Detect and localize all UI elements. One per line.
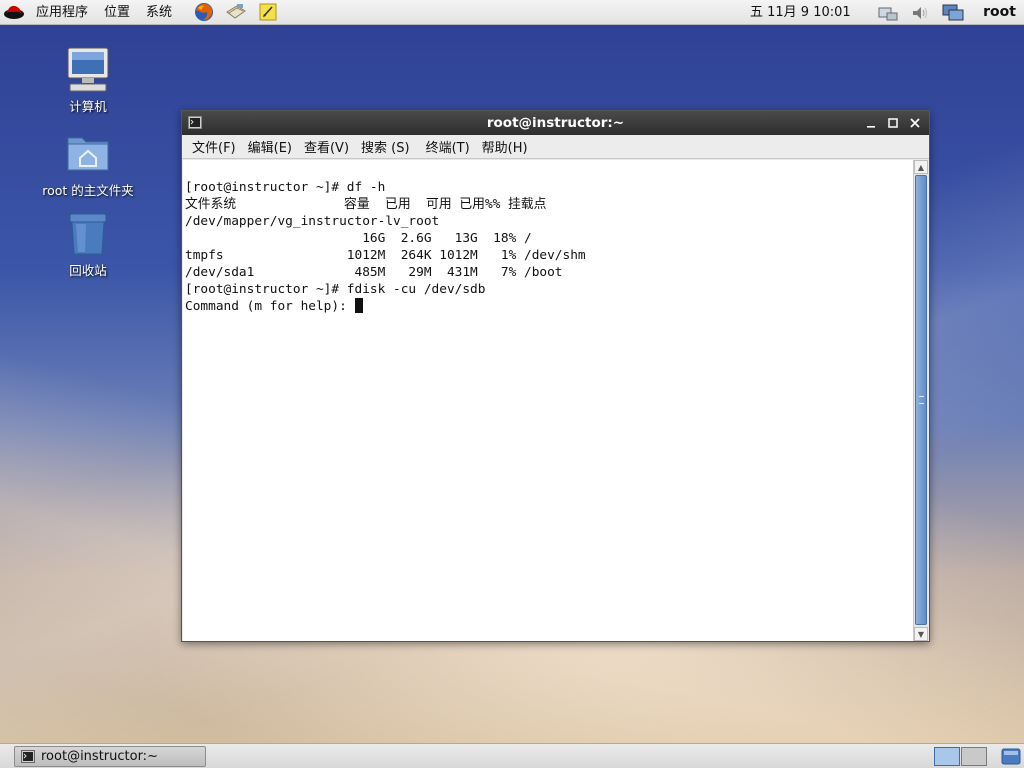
desktop-trash-label: 回收站	[69, 263, 107, 278]
scroll-down-arrow-icon[interactable]: ▼	[914, 627, 928, 641]
terminal-icon	[21, 750, 35, 763]
user-label[interactable]: root	[983, 0, 1016, 25]
display-icon[interactable]	[940, 2, 966, 23]
scrollbar-grip-icon	[919, 396, 924, 404]
terminal-output[interactable]: [root@instructor ~]# df -h 文件系统 容量 已用 可用 …	[183, 160, 914, 641]
terminal-cursor	[354, 298, 363, 313]
show-desktop-button[interactable]	[1000, 746, 1022, 767]
menu-search[interactable]: 搜索 (S)	[355, 137, 416, 156]
taskbar-terminal-button[interactable]: root@instructor:~	[14, 746, 206, 767]
menu-places[interactable]: 位置	[96, 0, 138, 25]
firefox-icon[interactable]	[188, 0, 220, 25]
desktop-home-folder[interactable]: root 的主文件夹	[33, 130, 143, 199]
desktop-trash[interactable]: 回收站	[33, 210, 143, 279]
desktop-computer-label: 计算机	[69, 99, 107, 114]
vertical-scrollbar[interactable]: ▲ ▼	[913, 160, 928, 641]
network-icon[interactable]	[876, 2, 900, 23]
trash-icon	[69, 213, 107, 255]
menu-file[interactable]: 文件(F)	[186, 137, 242, 156]
clock[interactable]: 五 11月 9 10:01	[750, 0, 851, 25]
desktop-computer[interactable]: 计算机	[33, 46, 143, 115]
desktop-home-label: root 的主文件夹	[42, 183, 134, 198]
maximize-button[interactable]	[885, 115, 901, 131]
taskbar-terminal-label: root@instructor:~	[41, 749, 158, 764]
terminal-menubar: 文件(F) 编辑(E) 查看(V) 搜索 (S) 终端(T) 帮助(H)	[182, 135, 929, 159]
maximize-icon	[888, 118, 898, 128]
terminal-prompt: Command (m for help):	[185, 299, 355, 314]
notes-icon[interactable]	[252, 0, 284, 25]
computer-icon	[67, 47, 109, 92]
close-button[interactable]	[907, 115, 923, 131]
terminal-icon[interactable]	[188, 116, 202, 129]
top-panel: 应用程序 位置 系统 五 11月 9 10:01 root	[0, 0, 1024, 25]
terminal-window[interactable]: root@instructor:~ 文件(F) 编辑(E) 查看(V) 搜索 (…	[181, 110, 930, 642]
close-icon	[910, 118, 920, 128]
window-title: root@instructor:~	[486, 115, 625, 131]
home-folder-icon	[67, 137, 109, 171]
menu-help[interactable]: 帮助(H)	[476, 137, 534, 156]
terminal-line: 16G 2.6G 13G 18% /	[185, 231, 532, 246]
terminal-line: [root@instructor ~]# df -h	[185, 180, 386, 195]
terminal-line: tmpfs 1012M 264K 1012M 1% /dev/shm	[185, 248, 586, 263]
bottom-panel: root@instructor:~	[0, 743, 1024, 768]
menu-view[interactable]: 查看(V)	[298, 137, 355, 156]
volume-icon[interactable]	[908, 2, 932, 23]
workspace-1[interactable]	[934, 747, 960, 766]
terminal-line: [root@instructor ~]# fdisk -cu /dev/sdb	[185, 282, 486, 297]
terminal-text: [root@instructor ~]# df -h 文件系统 容量 已用 可用 …	[185, 162, 586, 349]
minimize-icon	[867, 126, 875, 128]
terminal-line: 文件系统 容量 已用 可用 已用%% 挂载点	[185, 197, 547, 212]
workspace-2[interactable]	[961, 747, 987, 766]
terminal-prompt-line: Command (m for help):	[185, 298, 586, 315]
menu-terminal[interactable]: 终端(T)	[420, 137, 476, 156]
terminal-line: /dev/mapper/vg_instructor-lv_root	[185, 214, 440, 229]
window-titlebar[interactable]: root@instructor:~	[182, 111, 929, 135]
redhat-logo-icon[interactable]	[0, 0, 28, 25]
scrollbar-thumb[interactable]	[915, 175, 927, 625]
menu-applications[interactable]: 应用程序	[28, 0, 96, 25]
scroll-up-arrow-icon[interactable]: ▲	[914, 160, 928, 174]
mail-icon[interactable]	[220, 0, 252, 25]
menu-edit[interactable]: 编辑(E)	[242, 137, 298, 156]
terminal-line: /dev/sda1 485M 29M 431M 7% /boot	[185, 265, 563, 280]
minimize-button[interactable]	[863, 115, 879, 131]
menu-system[interactable]: 系统	[138, 0, 180, 25]
show-desktop-icon	[1001, 748, 1021, 765]
